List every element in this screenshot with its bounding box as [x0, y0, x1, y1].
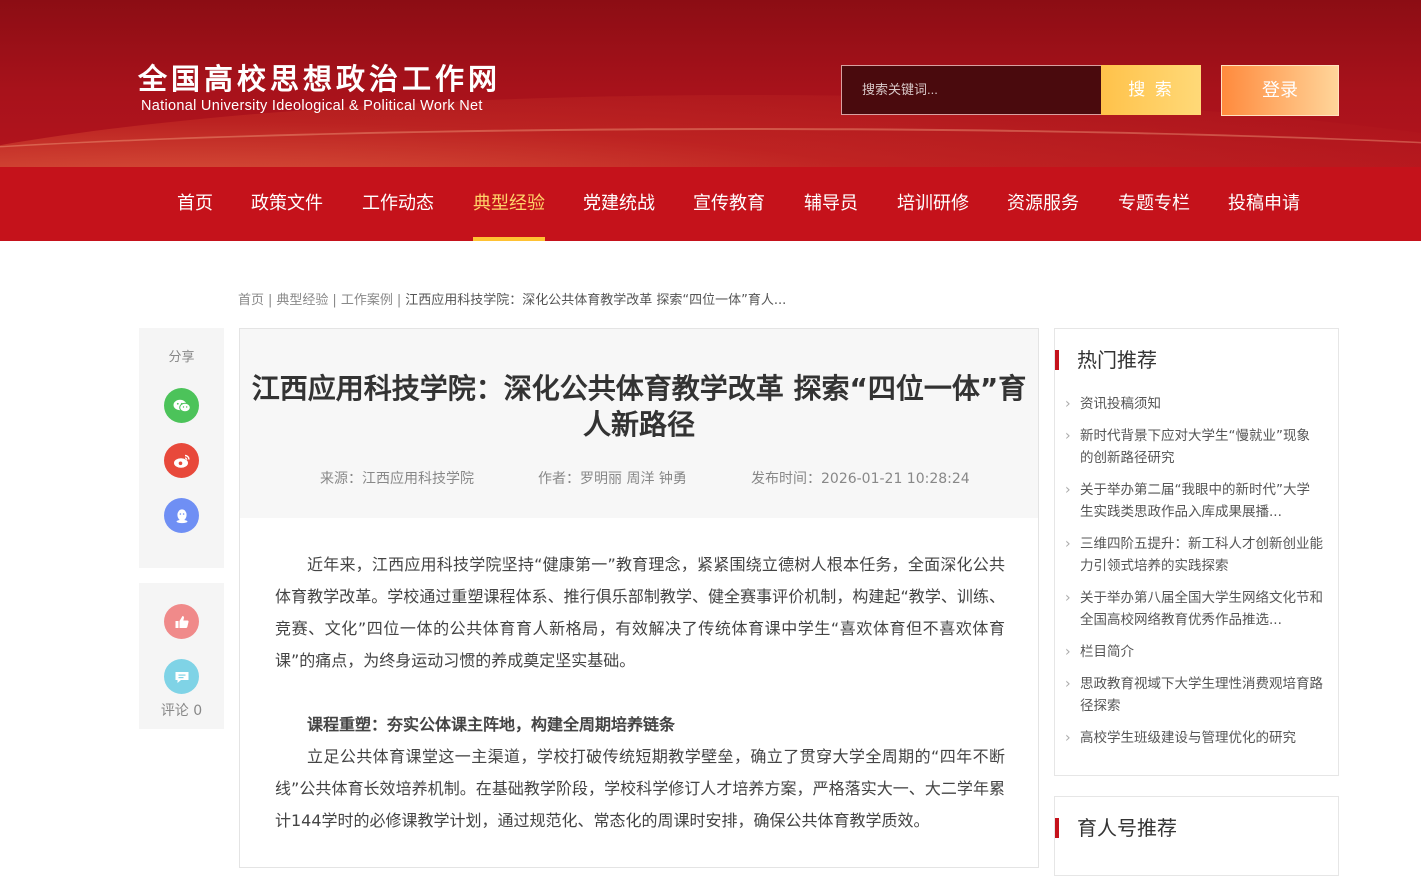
hot-recommend-list: 资讯投稿须知 新时代背景下应对大学生“慢就业”现象的创新路径研究 关于举办第二届… [1065, 393, 1323, 759]
hot-item[interactable]: 栏目简介 [1065, 641, 1323, 663]
article-body: 近年来，江西应用科技学院坚持“健康第一”教育理念，紧紧围绕立德树人根本任务，全面… [275, 549, 1005, 837]
nav-item-party-building[interactable]: 党建统战 [583, 167, 655, 241]
education-account-panel: 育人号推荐 [1054, 796, 1339, 876]
weibo-icon[interactable] [164, 443, 199, 478]
search-button[interactable]: 搜 索 [1101, 65, 1201, 115]
education-account-title: 育人号推荐 [1055, 816, 1177, 840]
nav-item-special-topics[interactable]: 专题专栏 [1118, 167, 1190, 241]
nav-item-typical-experience[interactable]: 典型经验 [473, 167, 545, 241]
main-nav: 首页 政策文件 工作动态 典型经验 党建统战 宣传教育 辅导员 培训研修 资源服… [0, 167, 1421, 241]
article-paragraph: 近年来，江西应用科技学院坚持“健康第一”教育理念，紧紧围绕立德树人根本任务，全面… [275, 555, 1005, 670]
hot-item[interactable]: 思政教育视域下大学生理性消费观培育路径探索 [1065, 673, 1323, 717]
article: 江西应用科技学院：深化公共体育教学改革 探索“四位一体”育人新路径 来源：江西应… [239, 328, 1039, 868]
nav-item-publicity[interactable]: 宣传教育 [693, 167, 765, 241]
hot-item[interactable]: 高校学生班级建设与管理优化的研究 [1065, 727, 1323, 749]
site-header: 全国高校思想政治工作网 National University Ideologi… [0, 0, 1421, 167]
share-label: 分享 [168, 350, 195, 365]
breadcrumb: 首页 | 典型经验 | 工作案例 | 江西应用科技学院：深化公共体育教学改革 探索“四位一体… [238, 293, 787, 308]
breadcrumb-work-cases[interactable]: 工作案例 [341, 293, 393, 308]
interaction-panel: 评论 0 [139, 583, 224, 729]
article-source: 来源：江西应用科技学院 [320, 471, 474, 487]
login-button[interactable]: 登录 [1221, 65, 1339, 116]
hot-item[interactable]: 三维四阶五提升：新工科人才创新创业能力引领式培养的实践探索 [1065, 533, 1323, 577]
site-logo[interactable]: 全国高校思想政治工作网 [138, 62, 501, 96]
site-logo-english[interactable]: National University Ideological & Politi… [141, 98, 483, 114]
thumbs-up-icon[interactable] [164, 604, 199, 639]
article-paragraph: 立足公共体育课堂这一主渠道，学校打破传统短期教学壁垒，确立了贯穿大学全周期的“四… [275, 747, 1005, 830]
comment-icon[interactable] [164, 659, 199, 694]
nav-item-news[interactable]: 工作动态 [362, 167, 434, 241]
nav-item-policy[interactable]: 政策文件 [251, 167, 323, 241]
qq-icon[interactable] [164, 498, 199, 533]
comment-count[interactable]: 评论 0 [139, 700, 224, 720]
nav-item-training[interactable]: 培训研修 [897, 167, 969, 241]
wechat-icon[interactable] [164, 388, 199, 423]
article-subheading: 课程重塑：夯实公体课主阵地，构建全周期培养链条 [307, 715, 676, 734]
hot-recommend-panel: 热门推荐 资讯投稿须知 新时代背景下应对大学生“慢就业”现象的创新路径研究 关于… [1054, 328, 1339, 776]
hot-item[interactable]: 新时代背景下应对大学生“慢就业”现象的创新路径研究 [1065, 425, 1323, 469]
nav-item-counselor[interactable]: 辅导员 [804, 167, 858, 241]
breadcrumb-home[interactable]: 首页 [238, 293, 264, 308]
nav-item-submission[interactable]: 投稿申请 [1228, 167, 1300, 241]
article-author: 作者：罗明丽 周洋 钟勇 [538, 471, 687, 487]
search-input[interactable]: 搜索关键词... [841, 65, 1101, 115]
breadcrumb-typical-experience[interactable]: 典型经验 [276, 293, 328, 308]
article-header: 江西应用科技学院：深化公共体育教学改革 探索“四位一体”育人新路径 来源：江西应… [240, 329, 1038, 518]
hot-item[interactable]: 关于举办第八届全国大学生网络文化节和全国高校网络教育优秀作品推选... [1065, 587, 1323, 631]
article-publish-time: 发布时间：2026-01-21 10:28:24 [751, 471, 970, 487]
nav-item-resources[interactable]: 资源服务 [1007, 167, 1079, 241]
breadcrumb-current: 江西应用科技学院：深化公共体育教学改革 探索“四位一体”育人... [405, 293, 787, 308]
hot-item[interactable]: 资讯投稿须知 [1065, 393, 1323, 415]
hot-item[interactable]: 关于举办第二届“我眼中的新时代”大学生实践类思政作品入库成果展播... [1065, 479, 1323, 523]
nav-item-home[interactable]: 首页 [177, 167, 213, 241]
share-panel: 分享 [139, 328, 224, 568]
hot-recommend-title: 热门推荐 [1055, 348, 1157, 372]
article-title: 江西应用科技学院：深化公共体育教学改革 探索“四位一体”育人新路径 [251, 372, 1027, 441]
